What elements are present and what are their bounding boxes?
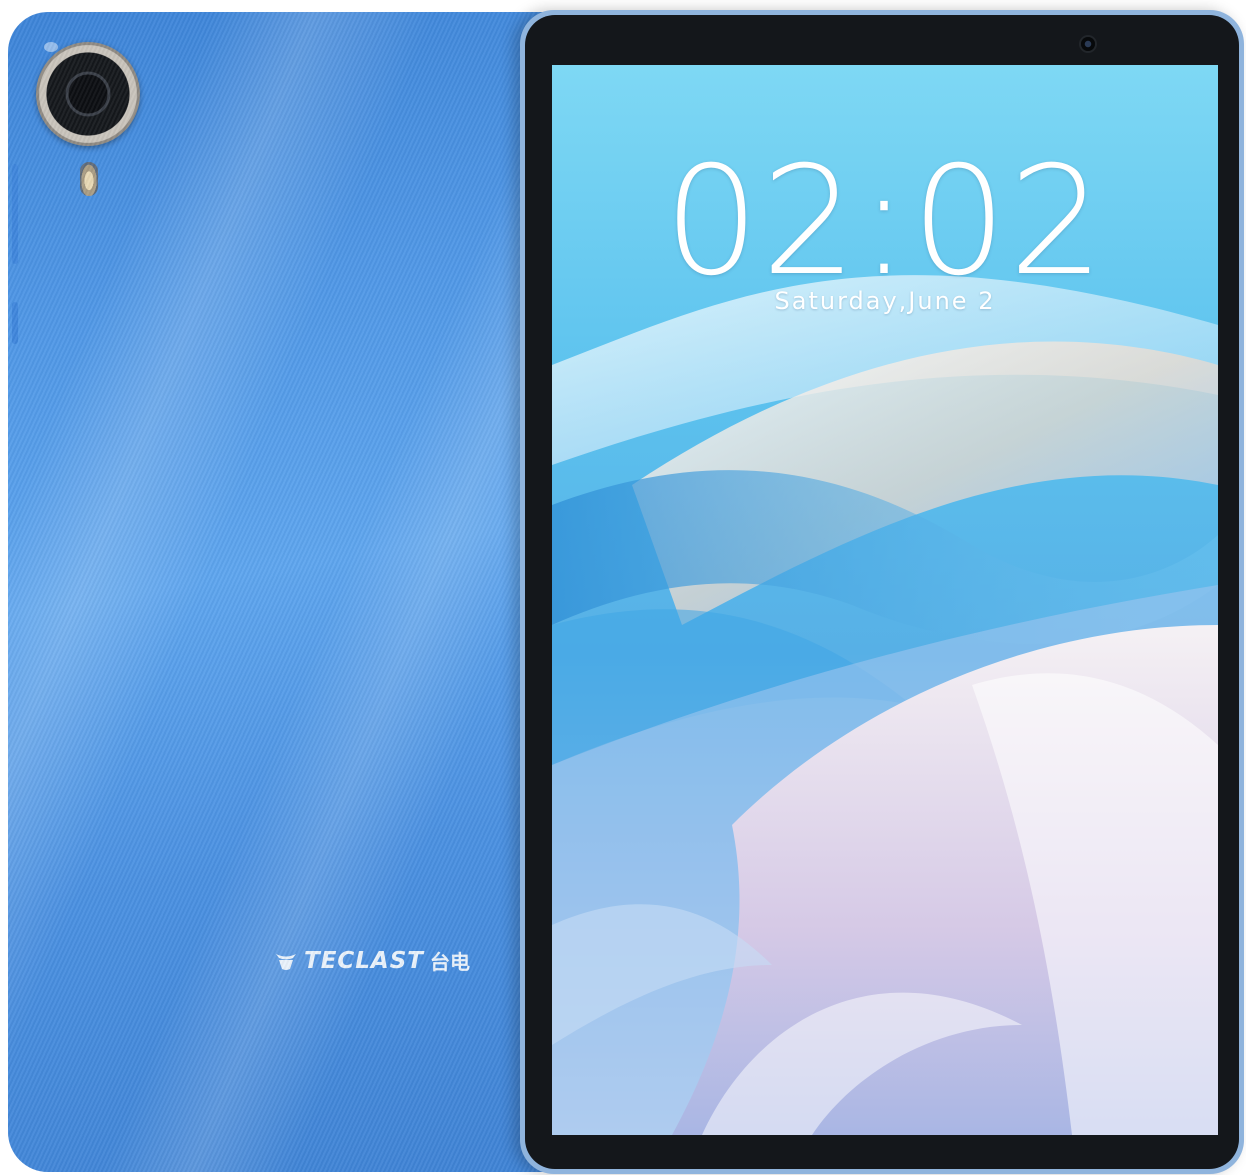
volume-button (12, 164, 18, 264)
lock-screen[interactable]: 02:02 Saturday,June 2 (552, 65, 1218, 1135)
tablet-back: TECLAST 台电 (8, 12, 560, 1172)
teclast-mark-icon (276, 953, 296, 970)
brand-name: TECLAST (304, 947, 424, 974)
flash-icon (80, 162, 98, 196)
power-button (12, 302, 18, 344)
rear-camera-icon (36, 42, 140, 146)
lock-date: Saturday,June 2 (774, 287, 996, 315)
tablet-front: 02:02 Saturday,June 2 (520, 10, 1244, 1174)
brand-name-cjk: 台电 (430, 950, 470, 974)
camera-lens-glint (44, 42, 58, 52)
screen-bezel: 02:02 Saturday,June 2 (525, 15, 1239, 1169)
lock-clock: 02:02 (663, 135, 1107, 309)
front-camera-icon (1081, 37, 1095, 51)
brand-logo: TECLAST 台电 (274, 946, 470, 975)
